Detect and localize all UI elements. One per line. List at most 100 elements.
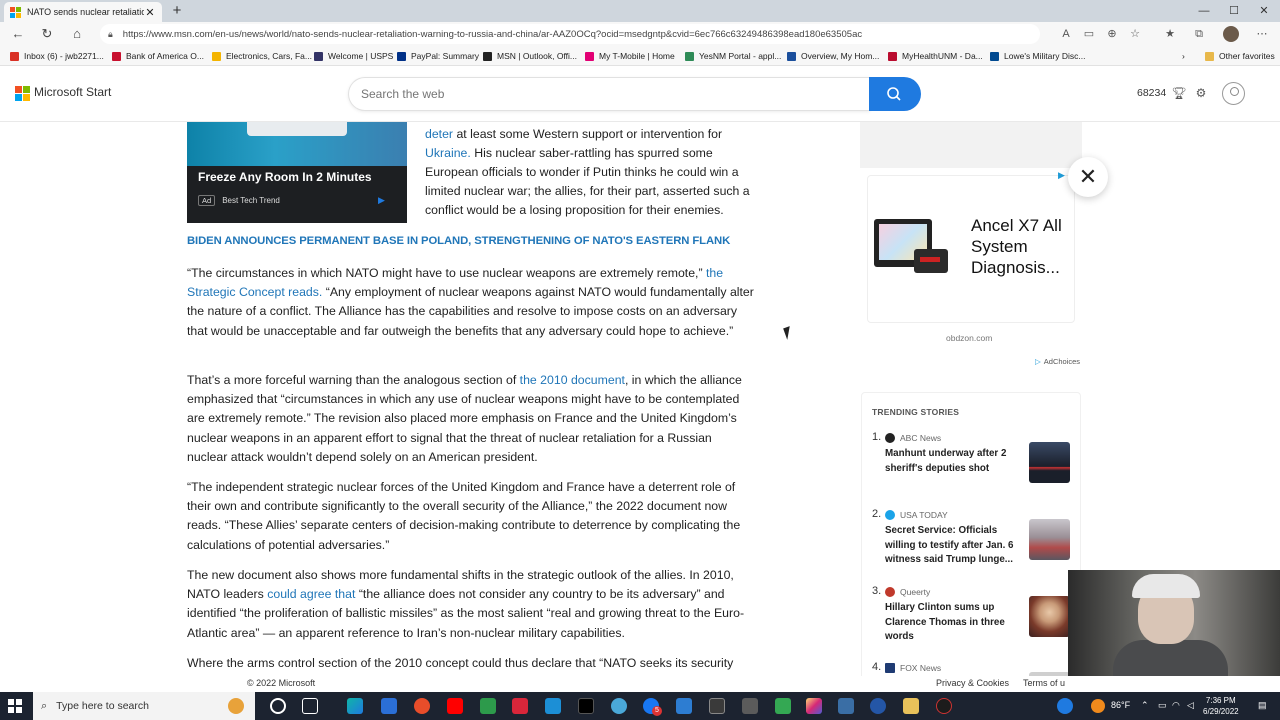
reader-view-icon[interactable]: ▭: [1081, 26, 1097, 42]
settings-gear-icon[interactable]: ⚙: [1193, 85, 1209, 101]
rail-ad-card[interactable]: Ancel X7 All System Diagnosis...: [867, 175, 1075, 323]
edge-icon[interactable]: [347, 698, 363, 714]
app-icon[interactable]: [838, 698, 854, 714]
read-aloud-icon[interactable]: A: [1058, 26, 1074, 42]
weather-sun-icon: [1091, 699, 1105, 713]
browser-tab-bar: NATO sends nuclear retaliation w ✕ + — ☐…: [0, 0, 1280, 22]
2010-document-link[interactable]: the 2010 document: [520, 373, 625, 387]
story-title: Hillary Clinton sums up Clarence Thomas …: [885, 602, 1005, 642]
app-icon[interactable]: [870, 698, 886, 714]
story-thumbnail: [1029, 519, 1070, 560]
favorite-item[interactable]: PayPal: Summary: [397, 49, 479, 63]
browser-tab-active[interactable]: NATO sends nuclear retaliation w ✕: [4, 2, 162, 22]
favorite-item[interactable]: Lowe's Military Disc...: [990, 49, 1085, 63]
app-icon[interactable]: [936, 698, 952, 714]
app-icon[interactable]: [414, 698, 430, 714]
rail-ad-domain[interactable]: obdzon.com: [946, 333, 992, 343]
favorite-item[interactable]: Welcome | USPS: [314, 49, 393, 63]
favorite-item[interactable]: Bank of America O...: [112, 49, 204, 63]
app-icon[interactable]: [742, 698, 758, 714]
adchoices-link[interactable]: ▷ AdChoices: [1035, 357, 1080, 366]
ad-close-button[interactable]: ✕: [1068, 157, 1108, 197]
favorite-item[interactable]: MSN | Outlook, Offi...: [483, 49, 577, 63]
weather-temperature[interactable]: 86°F: [1111, 700, 1130, 710]
app-icon[interactable]: [676, 698, 692, 714]
search-input[interactable]: [348, 77, 870, 111]
ad-sponsor: Best Tech Trend: [222, 196, 280, 205]
favorite-icon: [685, 51, 694, 61]
favorite-star-icon[interactable]: ☆: [1127, 26, 1143, 42]
rail-ad-choices-icon[interactable]: ▶: [1058, 170, 1065, 181]
weather-widget-icon[interactable]: [228, 698, 244, 714]
youtube-icon[interactable]: [447, 698, 463, 714]
trending-story[interactable]: 3. Queerty Hillary Clinton sums up Clare…: [862, 583, 1082, 663]
favorites-icon[interactable]: ★: [1162, 26, 1178, 42]
could-agree-link[interactable]: could agree that: [267, 587, 355, 601]
search-button[interactable]: [869, 77, 921, 111]
app-icon[interactable]: [512, 698, 528, 714]
terms-link[interactable]: Terms of u: [1023, 678, 1065, 688]
tray-chevron-icon[interactable]: ⌃: [1141, 700, 1149, 711]
trending-story[interactable]: 1. ABC News Manhunt underway after 2 she…: [862, 429, 1082, 509]
privacy-link[interactable]: Privacy & Cookies: [936, 678, 1009, 688]
url-text: https://www.msn.com/en-us/news/world/nat…: [122, 28, 863, 40]
more-menu-icon[interactable]: ⋯: [1254, 26, 1270, 42]
trending-story[interactable]: 2. USA TODAY Secret Service: Officials w…: [862, 506, 1082, 586]
ad-product-image: [874, 219, 948, 274]
favorite-item[interactable]: Overview, My Hom...: [787, 49, 879, 63]
article-paragraph: “The circumstances in which NATO might h…: [187, 266, 754, 338]
microsoft-logo-icon[interactable]: [15, 86, 30, 101]
notifications-icon[interactable]: ▤: [1258, 700, 1267, 711]
favorites-overflow-chevron-icon[interactable]: ›: [1182, 49, 1185, 63]
file-explorer-icon[interactable]: [903, 698, 919, 714]
rewards-trophy-icon[interactable]: 🏆︎: [1171, 85, 1187, 101]
other-favorites-folder[interactable]: Other favorites: [1205, 49, 1275, 63]
favorite-item[interactable]: My T-Mobile | Home: [585, 49, 675, 63]
wifi-icon[interactable]: ◠: [1172, 700, 1180, 711]
windows-start-icon[interactable]: [8, 699, 22, 713]
tab-close-icon[interactable]: ✕: [144, 6, 156, 19]
instagram-icon[interactable]: [806, 698, 822, 714]
network-icon[interactable]: ▭: [1158, 700, 1167, 711]
favorite-item[interactable]: YesNM Portal - appl...: [685, 49, 781, 63]
ad-title: Freeze Any Room In 2 Minutes: [198, 170, 372, 184]
refresh-icon[interactable]: ↻: [38, 25, 56, 43]
app-icon[interactable]: [545, 698, 561, 714]
brand-name[interactable]: Microsoft Start: [34, 85, 111, 99]
windows-taskbar: ⌕ Type here to search 5 86°F ⌃ ▭ ◠ ◁ 7:3…: [0, 692, 1280, 720]
back-arrow-icon[interactable]: ←: [9, 25, 27, 43]
app-icon[interactable]: [709, 698, 725, 714]
adchoices-icon: ▷: [1035, 357, 1041, 366]
deter-link[interactable]: deter: [425, 127, 453, 141]
photos-icon[interactable]: [381, 698, 397, 714]
favorite-item[interactable]: Electronics, Cars, Fa...: [212, 49, 312, 63]
url-bar[interactable]: 🔒︎ https://www.msn.com/en-us/news/world/…: [100, 24, 1040, 44]
rewards-points[interactable]: 68234: [1137, 87, 1166, 99]
collections-icon[interactable]: ⧉: [1191, 26, 1207, 42]
zoom-icon[interactable]: ⊕: [1104, 26, 1120, 42]
browser-profile-avatar[interactable]: [1223, 26, 1239, 42]
favorite-item[interactable]: Inbox (6) - jwb2271...: [10, 49, 104, 63]
article-ad-card[interactable]: Freeze Any Room In 2 Minutes Ad Best Tec…: [187, 122, 407, 223]
app-icon[interactable]: [480, 698, 496, 714]
home-icon[interactable]: ⌂: [68, 25, 86, 43]
ad-choices-icon[interactable]: ▶: [378, 195, 385, 206]
app-icon[interactable]: [775, 698, 791, 714]
rail-ad-placeholder: [860, 122, 1082, 168]
tiktok-icon[interactable]: [578, 698, 594, 714]
app-icon[interactable]: [1057, 698, 1073, 714]
ukraine-link[interactable]: Ukraine.: [425, 146, 471, 160]
favorite-icon: [483, 51, 492, 61]
user-avatar[interactable]: [1222, 82, 1245, 105]
favorite-icon: [888, 51, 897, 61]
volume-icon[interactable]: ◁: [1187, 700, 1194, 711]
app-icon[interactable]: [611, 698, 627, 714]
taskbar-clock[interactable]: 7:36 PM 6/29/2022: [1203, 695, 1239, 717]
window-close-button[interactable]: ✕: [1246, 0, 1280, 22]
task-view-icon[interactable]: [302, 698, 318, 714]
related-article-link[interactable]: BIDEN ANNOUNCES PERMANENT BASE IN POLAND…: [187, 235, 730, 247]
taskbar-search-box[interactable]: ⌕ Type here to search: [33, 692, 255, 720]
cortana-icon[interactable]: [270, 698, 286, 714]
new-tab-button[interactable]: +: [168, 2, 186, 20]
favorite-item[interactable]: MyHealthUNM - Da...: [888, 49, 983, 63]
